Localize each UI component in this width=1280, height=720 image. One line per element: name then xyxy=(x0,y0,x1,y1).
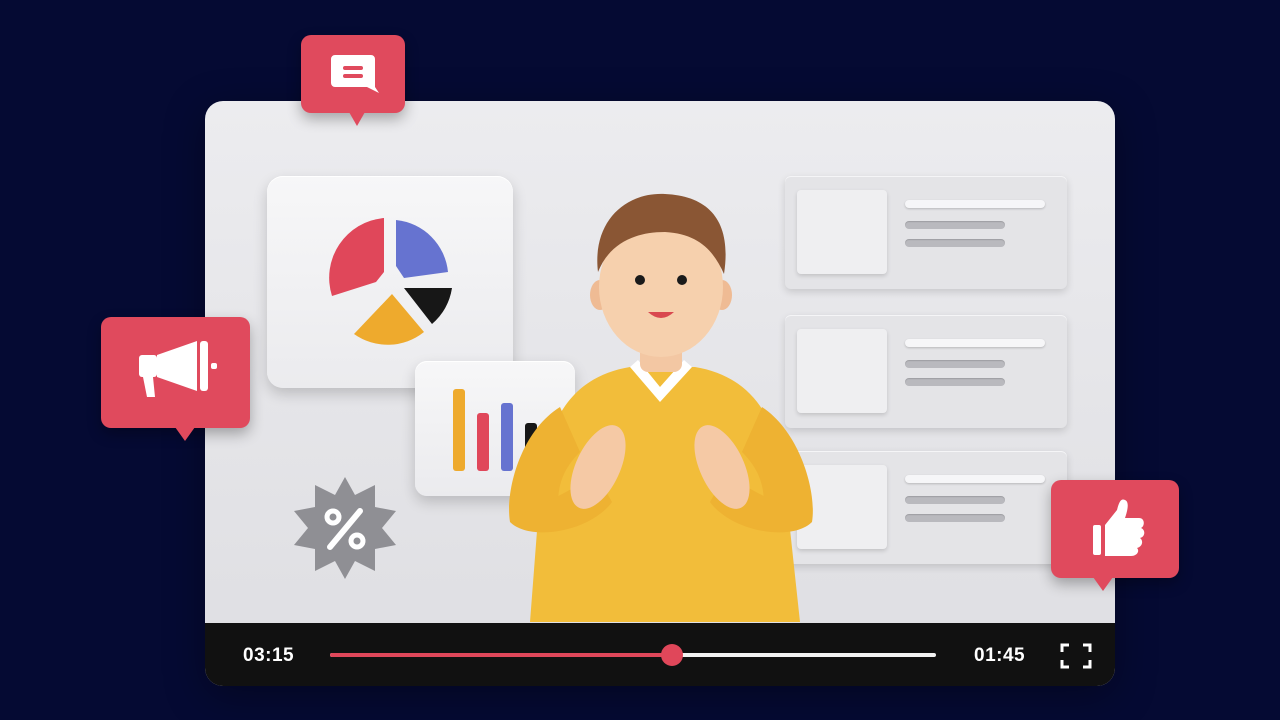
thumbs-up-icon xyxy=(1093,499,1145,556)
progress-fill xyxy=(330,653,673,657)
pie-chart-card xyxy=(267,176,513,388)
list-title-line xyxy=(905,339,1045,347)
list-text-line xyxy=(905,514,1005,522)
megaphone-icon xyxy=(139,341,217,397)
list-text-line xyxy=(905,239,1005,247)
time-elapsed: 03:15 xyxy=(243,645,295,666)
list-title-line xyxy=(905,475,1045,483)
pie-chart-icon xyxy=(329,218,452,345)
progress-bar[interactable] xyxy=(330,644,936,666)
presenter-illustration xyxy=(509,193,813,622)
chat-bubble-icon xyxy=(331,55,379,93)
list-title-line xyxy=(905,200,1045,208)
list-text-line xyxy=(905,360,1005,368)
fullscreen-icon[interactable] xyxy=(1060,643,1092,669)
megaphone-bubble xyxy=(101,317,250,441)
progress-knob[interactable] xyxy=(661,644,684,666)
list-item xyxy=(785,451,1067,564)
list-text-line xyxy=(905,378,1005,386)
list-text-line xyxy=(905,221,1005,229)
list-item xyxy=(785,176,1067,289)
list-text-line xyxy=(905,496,1005,504)
percent-badge-icon xyxy=(294,477,396,579)
list-item xyxy=(785,315,1067,428)
player-controls: 03:15 01:45 xyxy=(205,623,1115,686)
like-bubble xyxy=(1051,480,1179,591)
chat-bubble xyxy=(301,35,405,126)
time-remaining: 01:45 xyxy=(974,645,1026,666)
